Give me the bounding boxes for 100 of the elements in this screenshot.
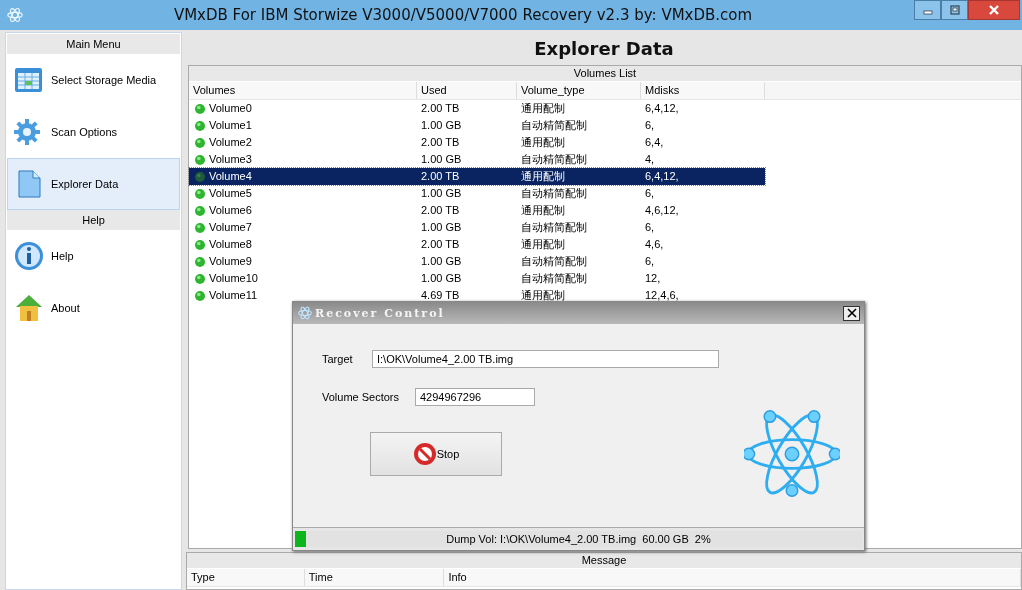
table-cell-text: Volume7 [209,220,252,235]
table-row[interactable]: Volume3 1.00 GB 自动精简配制 4, [189,151,765,168]
dialog-title: Recover Control [315,306,446,320]
status-text: Dump Vol: I:\OK\Volume4_2.00 TB.img 60.00 GB 2% [446,533,711,545]
section-header: Main Menu [7,34,180,54]
table-cell-text: 自动精简配制 [520,220,588,235]
maximize-icon [948,4,961,16]
table-cell-text: 6,4,12, [644,101,680,116]
table-row[interactable]: Volume6 2.00 TB 通用配制 4,6,12, [189,202,765,219]
table-cell-text: 6,4, [644,135,665,150]
table-cell-text: 2.00 TB [420,101,461,116]
status-dot-icon [195,239,205,250]
table-cell-text: 1.00 GB [420,118,463,133]
table-cell-text: 6, [644,186,656,201]
table-cell-text: 1.00 GB [420,220,463,235]
status-dot-icon [195,103,205,114]
table-row[interactable]: Volume0 2.00 TB 通用配制 6,4,12, [189,100,765,117]
sidebar-item[interactable]: Help [7,230,180,282]
table-row[interactable]: Volume1 1.00 GB 自动精简配制 6, [189,117,765,134]
atom-icon [6,6,24,24]
table-cell-text: 自动精简配制 [520,118,588,133]
table-cell-text: 通用配制 [520,203,566,218]
table-cell-text: 通用配制 [520,237,566,252]
table-cell-text: 1.00 GB [420,254,463,269]
panel-title: Message [187,553,1021,569]
sidebar-item[interactable]: Explorer Data [7,158,180,210]
table-cell-text: 2.00 TB [420,169,461,184]
table-row[interactable]: Volume5 1.00 GB 自动精简配制 6, [189,185,765,202]
table-cell-text: Volume5 [209,186,252,201]
table-cell-text: 6, [644,220,656,235]
table-cell-text: Volume8 [209,237,252,252]
table-cell-text: 2.00 TB [420,203,461,218]
table-cell-text: 自动精简配制 [520,186,588,201]
table-cell-text: 4,6, [644,237,665,252]
status-dot-icon [195,188,205,199]
table-cell-text: Volume10 [209,271,258,286]
status-dot-icon [195,171,205,182]
close-icon [846,308,857,318]
stop-icon [412,442,437,466]
table-cell-text: Volume2 [209,135,252,150]
table-cell-text: 4, [644,152,656,167]
table-cell-text: 2.00 TB [420,237,461,252]
table-row[interactable]: Volume2 2.00 TB 通用配制 6,4, [189,134,765,151]
status-dot-icon [195,273,205,284]
stop-button[interactable]: Stop [370,432,502,476]
section-header: Help [7,210,180,230]
table-cell-text: 通用配制 [520,288,566,303]
table-row[interactable]: Volume11 4.69 TB 通用配制 12,4,6, [189,287,765,304]
table-row[interactable]: Volume9 1.00 GB 自动精简配制 6, [189,253,765,270]
target-field[interactable]: I:\OK\Volume4_2.00 TB.img [372,350,719,368]
maximize-button[interactable] [941,0,968,20]
table-cell-text: 1.00 GB [420,186,463,201]
table-cell-text: 通用配制 [520,169,566,184]
close-button[interactable] [843,305,860,321]
table-cell-text: 自动精简配制 [520,152,588,167]
table-cell-text: 1.00 GB [420,152,463,167]
table-cell-text: Volume3 [209,152,252,167]
status-dot-icon [195,205,205,216]
table-cell-text: 2.00 TB [420,135,461,150]
panel-title: Volumes List [189,66,1021,82]
close-button[interactable] [968,0,1020,20]
table-cell-text: 自动精简配制 [520,271,588,286]
table-cell-text: 通用配制 [520,101,566,116]
table-cell-text: 通用配制 [520,135,566,150]
table-cell-text: 6, [644,118,656,133]
table-cell-text: Volume4 [209,169,252,184]
sectors-field[interactable]: 4294967296 [415,388,535,406]
table-cell-text: 自动精简配制 [520,254,588,269]
table-cell-text: 12, [644,271,662,286]
table-cell-text: 1.00 GB [420,271,463,286]
sidebar-item[interactable]: Scan Options [7,106,180,158]
field-label: Target [322,353,354,365]
sidebar-item[interactable]: Select Storage Media [7,54,180,106]
sidebar-item[interactable]: About [7,282,180,334]
table-row[interactable]: Volume8 2.00 TB 通用配制 4,6, [189,236,765,253]
status-dot-icon [195,256,205,267]
status-dot-icon [195,154,205,165]
atom-icon [297,305,313,321]
table-row[interactable]: Volume10 1.00 GB 自动精简配制 12, [189,270,765,287]
status-dot-icon [195,137,205,148]
table-cell-text: 4.69 TB [420,288,461,303]
table-cell-text: 4,6,12, [644,203,680,218]
table-row[interactable]: Volume7 1.00 GB 自动精简配制 6, [189,219,765,236]
status-dot-icon [195,120,205,131]
info-icon [13,240,45,272]
status-dot-icon [195,222,205,233]
table-cell-text: 6,4,12, [644,169,680,184]
status-dot-icon [195,290,205,301]
table-cell-text: Volume0 [209,101,252,116]
close-icon [988,4,1000,16]
table-row[interactable]: Volume4 2.00 TB 通用配制 6,4,12, [189,168,765,185]
table-cell-text: Volume11 [209,288,258,303]
field-label: Volume Sectors [322,391,401,403]
table-cell-text: Volume9 [209,254,252,269]
page-heading: Explorer Data [533,37,675,61]
table-cell-text: Volume1 [209,118,252,133]
table-cell-text: Volume6 [209,203,252,218]
table-cell-text: 12,4,6, [644,288,680,303]
window-title: VMxDB For IBM Storwize V3000/V5000/V7000 Recovery v2.3 by: VMxDB.com [172,6,754,24]
table-cell-text: 6, [644,254,656,269]
